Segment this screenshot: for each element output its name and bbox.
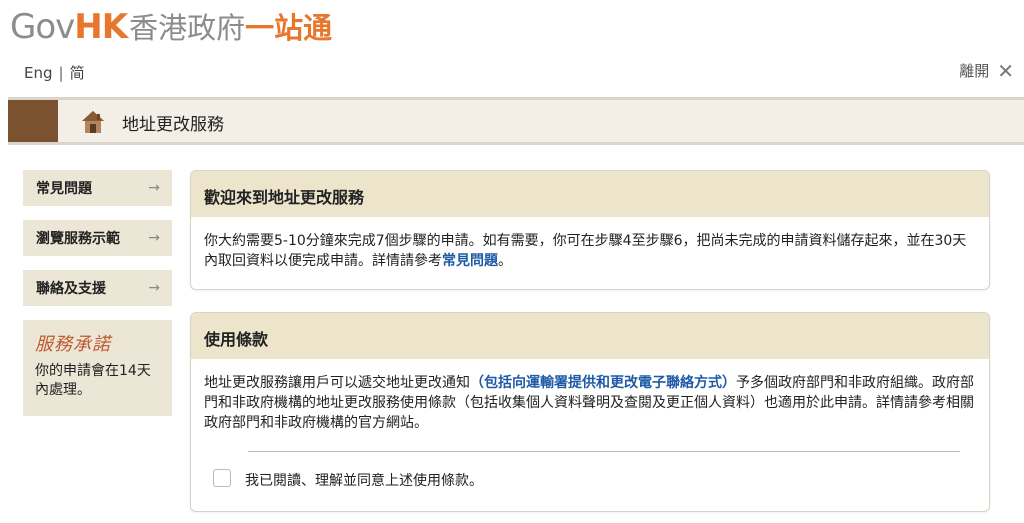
- sidebar-item-label: 瀏覽服務示範: [36, 231, 120, 247]
- sidebar-item-demo[interactable]: 瀏覽服務示範 →: [23, 220, 172, 256]
- sidebar-item-contact[interactable]: 聯絡及支援 →: [23, 270, 172, 306]
- terms-divider: [248, 451, 960, 452]
- lang-simplified-link[interactable]: 简: [70, 64, 85, 82]
- service-pledge-box: 服務承諾 你的申請會在14天內處理。: [23, 320, 172, 416]
- terms-panel: 使用條款 地址更改服務讓用戶可以遞交地址更改通知（包括向運輸署提供和更改電子聯絡…: [190, 312, 990, 512]
- lang-separator: |: [58, 64, 64, 82]
- lang-english-link[interactable]: Eng: [24, 64, 53, 82]
- agree-checkbox[interactable]: [213, 469, 231, 487]
- exit-button[interactable]: 離開 ✕: [959, 60, 1014, 81]
- header: GovHK香港政府一站通 Eng | 简 離開 ✕: [0, 0, 1024, 95]
- terms-heading: 使用條款: [191, 313, 989, 359]
- house-icon: [80, 109, 106, 139]
- arrow-right-icon: →: [148, 230, 160, 246]
- service-title-bar: 地址更改服務: [8, 97, 1024, 145]
- terms-text: 地址更改服務讓用戶可以遞交地址更改通知: [204, 375, 470, 391]
- agree-checkbox-label[interactable]: 我已閱讀、理解並同意上述使用條款。: [245, 470, 483, 490]
- welcome-panel: 歡迎來到地址更改服務 你大約需要5-10分鐘來完成7個步驟的申請。如有需要，你可…: [190, 170, 990, 290]
- welcome-heading: 歡迎來到地址更改服務: [191, 171, 989, 217]
- terms-body: 地址更改服務讓用戶可以遞交地址更改通知（包括向運輸署提供和更改電子聯絡方式）予多…: [191, 359, 989, 433]
- welcome-text: 你大約需要5-10分鐘來完成7個步驟的申請。如有需要，你可在步驟4至步驟6，把尚…: [204, 233, 967, 269]
- service-pledge-text: 你的申請會在14天內處理。: [35, 363, 151, 398]
- welcome-text-end: 。: [498, 253, 512, 269]
- transport-contact-link[interactable]: （包括向運輸署提供和更改電子聯絡方式）: [470, 375, 736, 391]
- arrow-right-icon: →: [148, 280, 160, 296]
- faq-link[interactable]: 常見問題: [442, 253, 498, 269]
- logo-gov: Gov: [10, 7, 75, 47]
- exit-label: 離開: [959, 62, 990, 80]
- govhk-logo[interactable]: GovHK香港政府一站通: [10, 8, 332, 52]
- title-accent-block: [8, 100, 58, 142]
- logo-zh-grey: 香港政府: [129, 11, 246, 45]
- arrow-right-icon: →: [148, 180, 160, 196]
- sidebar-item-faq[interactable]: 常見問題 →: [23, 170, 172, 206]
- language-switcher: Eng | 简: [24, 62, 85, 83]
- sidebar-item-label: 常見問題: [36, 181, 92, 197]
- logo-hk: HK: [74, 7, 128, 47]
- welcome-body: 你大約需要5-10分鐘來完成7個步驟的申請。如有需要，你可在步驟4至步驟6，把尚…: [191, 217, 989, 271]
- logo-zh-orange: 一站通: [245, 11, 333, 45]
- service-pledge-logo: 服務承諾: [35, 334, 111, 355]
- page-title: 地址更改服務: [122, 115, 224, 135]
- close-icon: ✕: [997, 58, 1014, 83]
- sidebar-item-label: 聯絡及支援: [36, 281, 106, 297]
